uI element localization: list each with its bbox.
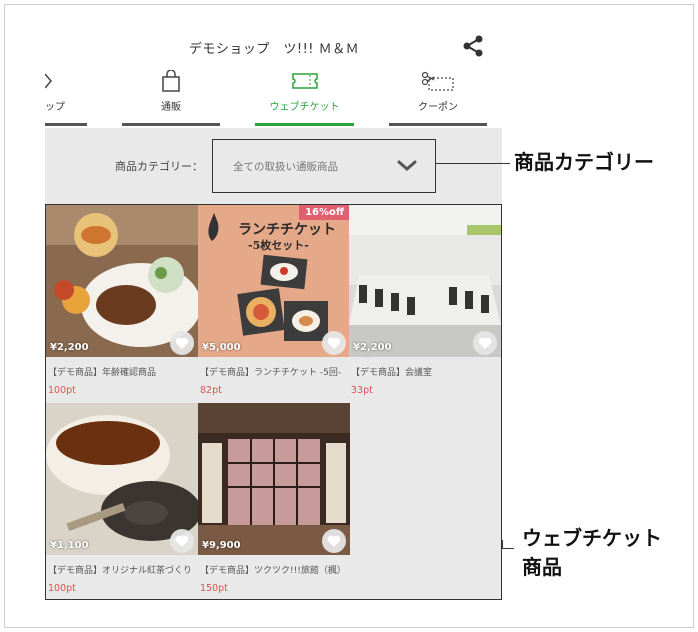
product-card[interactable]: ¥1,100 【デモ商品】オリジナル紅茶づくり 100pt	[46, 403, 198, 602]
product-price: ¥2,200	[50, 342, 89, 353]
product-points: 33pt	[351, 385, 373, 396]
annotation-products-line1: ウェブチケット	[522, 526, 662, 550]
discount-badge: 16%off	[299, 205, 350, 220]
product-name: 【デモ商品】オリジナル紅茶づくり	[48, 566, 193, 576]
shopping-bag-icon	[162, 70, 180, 92]
coupon-scissors-icon	[421, 71, 454, 91]
tab-label: クーポン	[418, 102, 458, 113]
ticket-title: ランチチケット	[238, 222, 336, 238]
product-points: 150pt	[200, 583, 228, 594]
product-points: 82pt	[200, 385, 222, 396]
annotation-tick	[502, 540, 503, 548]
category-select[interactable]: 全ての取扱い通販商品	[212, 139, 436, 193]
product-card[interactable]: ¥9,900 【デモ商品】ツクツク!!!旅館（楓） 150pt	[198, 403, 350, 602]
annotation-category: 商品カテゴリー	[514, 150, 654, 174]
ticket-subtitle: -5枚セット-	[248, 239, 309, 252]
product-price: ¥5,000	[202, 342, 241, 353]
favorite-button[interactable]	[473, 331, 497, 355]
tab-mail-order[interactable]: 通販	[122, 66, 220, 126]
product-price: ¥9,900	[202, 540, 241, 551]
product-price: ¥2,200	[353, 342, 392, 353]
product-card[interactable]: ¥2,200 【デモ商品】年齢確認商品 100pt	[46, 205, 198, 404]
tab-label: 通販	[161, 102, 181, 113]
product-name: 【デモ商品】年齢確認商品	[48, 368, 157, 378]
annotation-line-category	[436, 163, 510, 164]
tab-shop[interactable]: ップ	[45, 66, 87, 126]
annotation-products: ウェブチケット 商品	[522, 524, 662, 582]
product-card[interactable]: ¥2,200 【デモ商品】会議室 33pt	[349, 205, 501, 404]
tab-indicator	[255, 123, 354, 126]
heart-icon	[327, 337, 341, 349]
tab-label: ップ	[45, 102, 65, 113]
product-price: ¥1,100	[50, 540, 89, 551]
tab-indicator	[45, 123, 87, 126]
tab-indicator	[389, 123, 487, 126]
product-name: 【デモ商品】ランチチケット -5回-	[200, 368, 342, 378]
annotation-products-line2: 商品	[522, 555, 562, 579]
product-name: 【デモ商品】ツクツク!!!旅館（楓）	[200, 566, 346, 576]
product-name: 【デモ商品】会議室	[351, 368, 433, 378]
product-points: 100pt	[48, 385, 76, 396]
share-icon[interactable]	[461, 34, 485, 58]
tab-coupon[interactable]: クーポン	[389, 66, 487, 126]
tab-web-ticket[interactable]: ウェブチケット	[255, 66, 354, 126]
heart-icon	[478, 337, 492, 349]
heart-icon	[175, 337, 189, 349]
chevron-down-icon	[397, 160, 417, 171]
product-points: 100pt	[48, 583, 76, 594]
heart-icon	[175, 535, 189, 547]
favorite-button[interactable]	[322, 529, 346, 553]
ticket-icon	[291, 73, 318, 89]
favorite-button[interactable]	[322, 331, 346, 355]
category-selected-value: 全ての取扱い通販商品	[233, 161, 338, 173]
product-card[interactable]: ランチチケット -5枚セット- 16%off ¥5,000 【デモ商品】ランチチ…	[198, 205, 350, 404]
favorite-button[interactable]	[170, 331, 194, 355]
category-label: 商品カテゴリー：	[115, 160, 203, 173]
tab-indicator	[122, 123, 220, 126]
annotation-line-products	[502, 548, 514, 549]
tab-label: ウェブチケット	[269, 102, 340, 113]
favorite-button[interactable]	[170, 529, 194, 553]
tag-icon	[45, 73, 52, 89]
heart-icon	[327, 535, 341, 547]
